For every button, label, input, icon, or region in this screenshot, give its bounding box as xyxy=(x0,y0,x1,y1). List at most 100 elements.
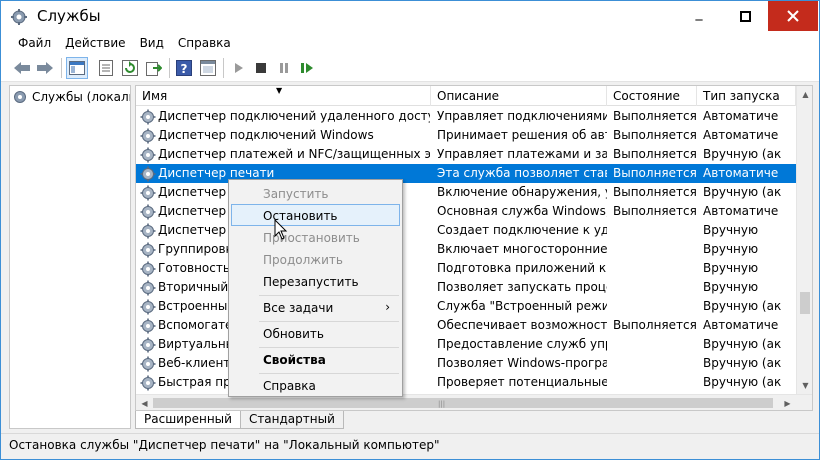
refresh-button[interactable] xyxy=(119,57,141,79)
service-name: Диспетчер платежей и NFC/защищенных элем… xyxy=(158,147,430,161)
service-description: Управляет платежами и за xyxy=(437,147,607,161)
service-gear-icon xyxy=(140,223,156,239)
services-window: Службы _ Файл Действие Вид Справка ? Слу… xyxy=(0,0,820,460)
menu-file[interactable]: Файл xyxy=(11,32,58,54)
service-startup-type: Автоматиче xyxy=(703,128,779,142)
service-gear-icon xyxy=(140,147,156,163)
back-button[interactable] xyxy=(11,57,33,79)
pause-service-button[interactable] xyxy=(273,57,295,79)
service-gear-icon xyxy=(140,128,156,144)
service-gear-icon xyxy=(140,356,156,372)
scroll-left-icon[interactable]: ◀ xyxy=(136,395,153,410)
service-gear-icon xyxy=(140,299,156,315)
close-button[interactable] xyxy=(768,1,818,31)
service-state: Выполняется xyxy=(613,204,697,218)
service-description: Позволяет запускать проце xyxy=(437,280,607,294)
properties-button[interactable] xyxy=(95,57,117,79)
service-state: Выполняется xyxy=(613,128,697,142)
vertical-scroll-thumb[interactable] xyxy=(800,292,810,314)
list-header: Имя ▼ Описание Состояние Тип запуска xyxy=(136,86,796,106)
service-gear-icon xyxy=(140,375,156,391)
menu-item-properties[interactable]: Свойства xyxy=(231,348,400,370)
forward-arrow-icon xyxy=(37,62,53,74)
service-gear-icon xyxy=(140,109,156,125)
tab-standard[interactable]: Стандартный xyxy=(239,411,344,429)
help-button[interactable]: ? xyxy=(173,57,195,79)
table-row[interactable]: Диспетчер подключений Windows Принимает р… xyxy=(136,126,796,145)
service-description: Подготовка приложений к xyxy=(437,261,607,275)
vertical-scrollbar[interactable]: ▲ ▼ xyxy=(796,86,812,394)
service-gear-icon xyxy=(140,166,156,182)
menu-item-refresh[interactable]: Обновить xyxy=(231,322,400,344)
menu-help[interactable]: Справка xyxy=(171,32,238,54)
menu-item-resume[interactable]: Продолжить xyxy=(231,248,400,270)
menu-view[interactable]: Вид xyxy=(133,32,171,54)
column-header-name[interactable]: Имя xyxy=(136,86,431,106)
service-startup-type: Автоматиче xyxy=(703,204,779,218)
console-tree-button[interactable] xyxy=(66,57,88,79)
service-state: Выполняется xyxy=(613,185,697,199)
submenu-arrow-icon: › xyxy=(385,300,390,314)
scroll-right-icon[interactable]: ▶ xyxy=(779,395,796,410)
service-state: Выполняется xyxy=(613,318,697,332)
service-name: Диспетчер подключений Windows xyxy=(158,128,374,142)
tree-item-label: Службы (локалы xyxy=(32,90,131,104)
service-gear-icon xyxy=(140,261,156,277)
service-name: Диспетчер печати xyxy=(158,166,275,180)
restart-icon xyxy=(301,63,313,73)
service-gear-icon xyxy=(140,318,156,334)
console-tree: Службы (локалы xyxy=(9,85,131,429)
sort-down-icon: ▼ xyxy=(276,86,283,95)
service-startup-type: Вручную xyxy=(703,223,759,237)
column-header-state[interactable]: Состояние xyxy=(607,86,697,106)
play-icon xyxy=(235,63,243,73)
menu-item-stop[interactable]: Остановить xyxy=(231,204,400,226)
service-description: Управляет подключениями к xyxy=(437,109,607,123)
tab-extended[interactable]: Расширенный xyxy=(135,411,241,429)
menu-item-help[interactable]: Справка xyxy=(231,374,400,396)
service-state: Выполняется xyxy=(613,147,697,161)
menu-item-pause[interactable]: Приостановить xyxy=(231,226,400,248)
maximize-button[interactable] xyxy=(722,1,768,31)
column-header-startup-type[interactable]: Тип запуска xyxy=(697,86,796,106)
start-service-button[interactable] xyxy=(228,57,250,79)
menu-item-all-tasks-label: Все задачи xyxy=(263,301,334,315)
close-icon xyxy=(787,10,799,22)
service-state: Выполняется xyxy=(613,166,697,180)
svg-text:?: ? xyxy=(181,62,188,76)
table-row[interactable]: Диспетчер подключений удаленного доступа… xyxy=(136,107,796,126)
service-description: Эта служба позволяет стави xyxy=(437,166,607,180)
service-gear-icon xyxy=(140,185,156,201)
service-description: Предоставление служб упр xyxy=(437,337,607,351)
export-button[interactable] xyxy=(143,57,165,79)
service-description: Обеспечивает возможность xyxy=(437,318,607,332)
menu-item-all-tasks[interactable]: Все задачи › xyxy=(231,296,400,318)
toolbar: ? xyxy=(1,54,819,82)
pause-icon xyxy=(280,63,288,73)
scroll-up-icon[interactable]: ▲ xyxy=(797,86,812,103)
menu-action[interactable]: Действие xyxy=(58,32,132,54)
service-startup-type: Вручную (ак xyxy=(703,299,782,313)
column-header-description[interactable]: Описание xyxy=(431,86,607,106)
tree-item-services-local[interactable]: Службы (локалы xyxy=(12,88,131,106)
properties-icon xyxy=(99,60,113,76)
back-arrow-icon xyxy=(14,62,30,74)
service-description: Позволяет Windows-програ xyxy=(437,356,607,370)
restart-service-button[interactable] xyxy=(296,57,318,79)
service-description: Включает многосторонние xyxy=(437,242,607,256)
stop-service-button[interactable] xyxy=(250,57,272,79)
forward-button[interactable] xyxy=(34,57,56,79)
service-gear-icon xyxy=(140,280,156,296)
view-button[interactable] xyxy=(197,57,219,79)
horizontal-scroll-thumb[interactable]: ||| xyxy=(153,398,773,408)
service-startup-type: Вручную xyxy=(703,261,759,275)
window-title: Службы xyxy=(37,7,101,25)
service-startup-type: Вручную (ак xyxy=(703,375,782,389)
view-icon xyxy=(200,60,216,76)
scroll-down-icon[interactable]: ▼ xyxy=(797,377,812,394)
minimize-button[interactable]: _ xyxy=(676,1,722,31)
menu-item-start[interactable]: Запустить xyxy=(231,182,400,204)
table-row[interactable]: Диспетчер платежей и NFC/защищенных элем… xyxy=(136,145,796,164)
menu-item-restart[interactable]: Перезапустить xyxy=(231,270,400,292)
service-gear-icon xyxy=(140,337,156,353)
